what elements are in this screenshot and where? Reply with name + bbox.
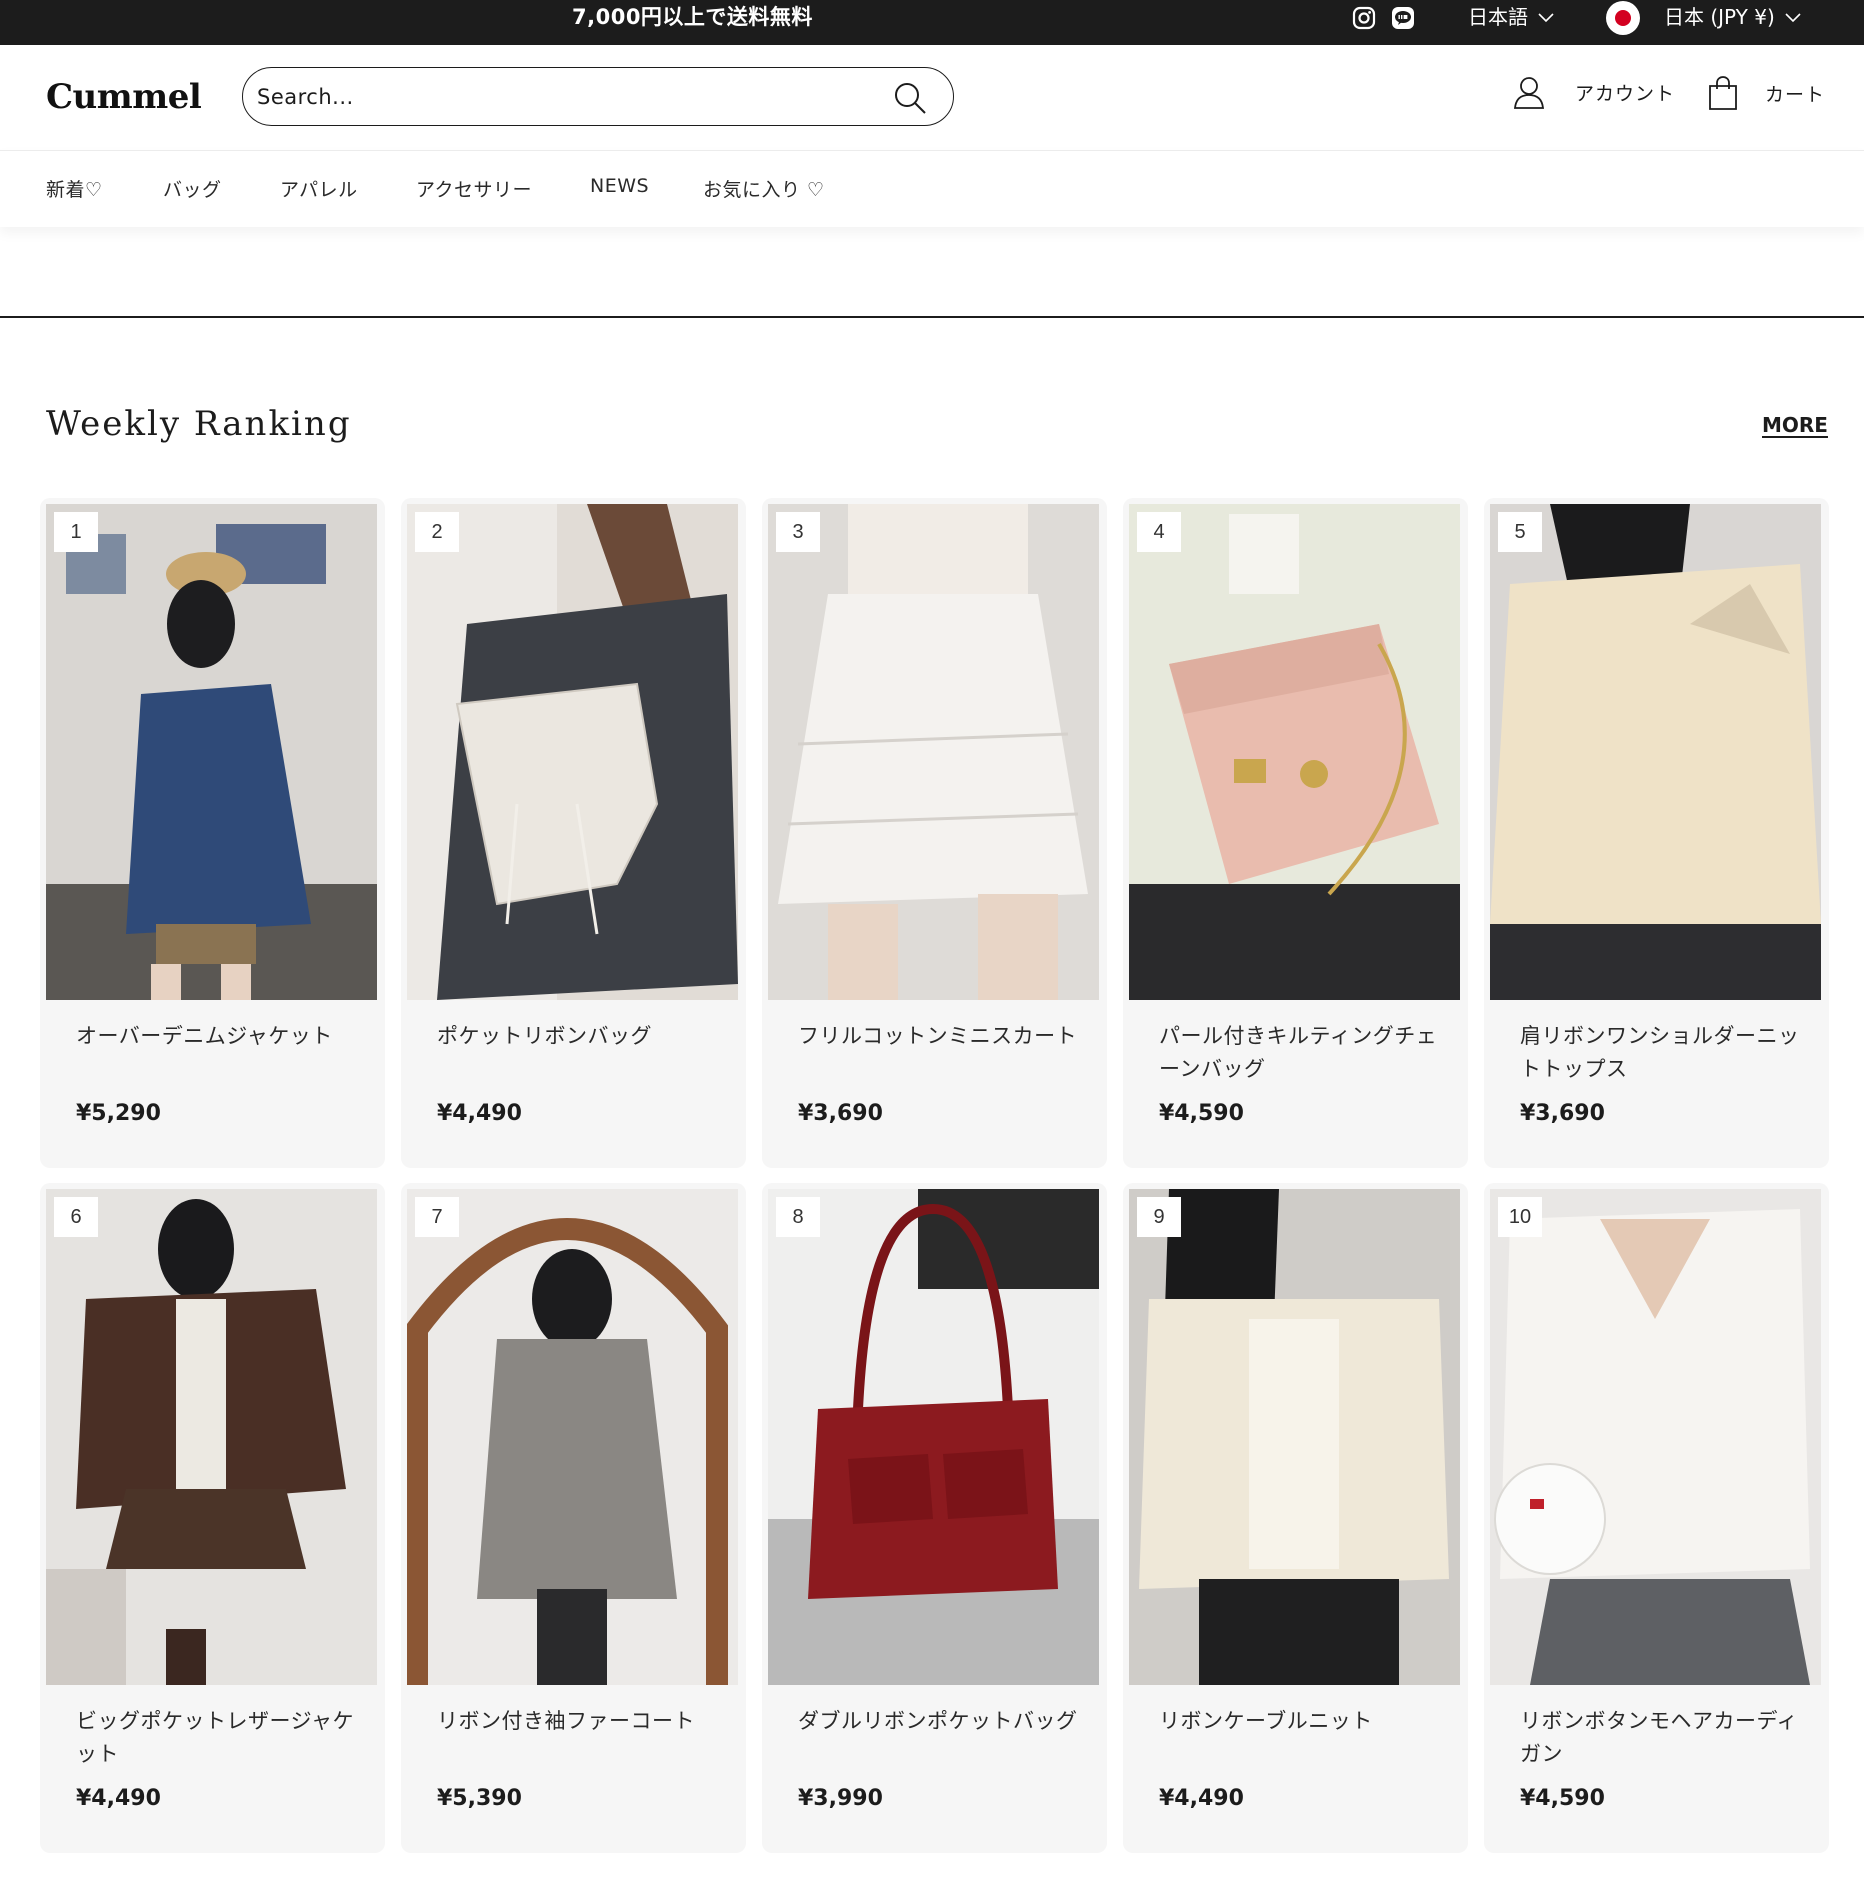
- line-icon[interactable]: [1391, 6, 1415, 30]
- product-image[interactable]: [46, 504, 377, 1000]
- product-image[interactable]: [768, 1189, 1099, 1685]
- product-name[interactable]: リボンボタンモヘアカーディガン: [1520, 1705, 1805, 1771]
- product-image[interactable]: [1490, 1189, 1821, 1685]
- nav-item-bags[interactable]: バッグ: [163, 175, 222, 202]
- language-label: 日本語: [1468, 5, 1528, 29]
- product-price: ¥3,990: [798, 1786, 883, 1811]
- chevron-down-icon: [1538, 12, 1554, 22]
- product-name[interactable]: リボン付き袖ファーコート: [437, 1705, 722, 1738]
- store-logo[interactable]: Cummel: [46, 77, 202, 117]
- product-price: ¥3,690: [1520, 1101, 1605, 1126]
- product-image[interactable]: [1129, 504, 1460, 1000]
- product-card[interactable]: 7 リボン付き袖ファーコート ¥5,390: [401, 1183, 746, 1853]
- free-shipping-message: 7,000円以上で送料無料: [572, 5, 813, 29]
- section-title: Weekly Ranking: [46, 404, 352, 444]
- product-price: ¥5,290: [76, 1101, 161, 1126]
- japan-flag-icon: [1606, 0, 1640, 35]
- product-image[interactable]: [407, 1189, 738, 1685]
- shopping-bag-icon: [1709, 76, 1737, 110]
- product-image[interactable]: [46, 1189, 377, 1685]
- rank-badge: 7: [415, 1197, 459, 1237]
- main-navigation: 新着♡ バッグ アパレル アクセサリー NEWS お気に入り ♡: [0, 150, 1864, 227]
- product-image[interactable]: [768, 504, 1099, 1000]
- nav-item-accessories[interactable]: アクセサリー: [416, 175, 532, 202]
- product-card[interactable]: 4 パール付きキルティングチェーンバッグ ¥4,590: [1123, 498, 1468, 1168]
- cart-link[interactable]: カート: [1707, 75, 1825, 111]
- language-selector[interactable]: 日本語: [1468, 0, 1554, 35]
- rank-badge: 3: [776, 512, 820, 552]
- chevron-down-icon: [1785, 12, 1801, 22]
- product-price: ¥3,690: [798, 1101, 883, 1126]
- product-name[interactable]: ビッグポケットレザージャケット: [76, 1705, 361, 1771]
- product-image[interactable]: [1490, 504, 1821, 1000]
- rank-badge: 9: [1137, 1197, 1181, 1237]
- search-input[interactable]: [257, 84, 877, 109]
- product-name[interactable]: オーバーデニムジャケット: [76, 1020, 361, 1053]
- search-icon[interactable]: [893, 81, 927, 115]
- rank-badge: 8: [776, 1197, 820, 1237]
- product-card[interactable]: 8 ダブルリボンポケットバッグ ¥3,990: [762, 1183, 1107, 1853]
- product-image[interactable]: [407, 504, 738, 1000]
- product-image[interactable]: [1129, 1189, 1460, 1685]
- site-header: Cummel アカウント カート: [0, 45, 1864, 150]
- product-price: ¥4,590: [1520, 1786, 1605, 1811]
- more-link[interactable]: MORE: [1762, 413, 1828, 437]
- product-price: ¥4,590: [1159, 1101, 1244, 1126]
- currency-selector[interactable]: 日本 (JPY ¥): [1606, 0, 1801, 35]
- product-name[interactable]: ポケットリボンバッグ: [437, 1020, 722, 1053]
- product-name[interactable]: リボンケーブルニット: [1159, 1705, 1444, 1738]
- product-price: ¥4,490: [1159, 1786, 1244, 1811]
- user-icon: [1514, 77, 1544, 109]
- product-card[interactable]: 6 ビッグポケットレザージャケット ¥4,490: [40, 1183, 385, 1853]
- section-divider: [0, 316, 1864, 318]
- product-price: ¥4,490: [76, 1786, 161, 1811]
- product-card[interactable]: 2 ポケットリボンバッグ ¥4,490: [401, 498, 746, 1168]
- rank-badge: 2: [415, 512, 459, 552]
- instagram-icon[interactable]: [1352, 6, 1376, 30]
- nav-item-favorites[interactable]: お気に入り ♡: [703, 175, 825, 202]
- product-card[interactable]: 3 フリルコットンミニスカート ¥3,690: [762, 498, 1107, 1168]
- product-card[interactable]: 10 リボンボタンモヘアカーディガン ¥4,590: [1484, 1183, 1829, 1853]
- rank-badge: 5: [1498, 512, 1542, 552]
- rank-badge: 4: [1137, 512, 1181, 552]
- nav-item-news[interactable]: NEWS: [590, 175, 649, 197]
- product-price: ¥4,490: [437, 1101, 522, 1126]
- rank-badge: 1: [54, 512, 98, 552]
- product-name[interactable]: ダブルリボンポケットバッグ: [798, 1705, 1083, 1738]
- product-card[interactable]: 5 肩リボンワンショルダーニットトップス ¥3,690: [1484, 498, 1829, 1168]
- product-price: ¥5,390: [437, 1786, 522, 1811]
- nav-item-new[interactable]: 新着♡: [46, 175, 103, 202]
- cart-label: カート: [1765, 83, 1826, 106]
- account-label: アカウント: [1575, 82, 1676, 105]
- announcement-bar: 7,000円以上で送料無料 日本語 日本 (JPY ¥): [0, 0, 1864, 45]
- account-link[interactable]: アカウント: [1513, 75, 1675, 109]
- product-name[interactable]: 肩リボンワンショルダーニットトップス: [1520, 1020, 1805, 1086]
- product-name[interactable]: パール付きキルティングチェーンバッグ: [1159, 1020, 1444, 1086]
- nav-item-apparel[interactable]: アパレル: [280, 175, 358, 202]
- product-card[interactable]: 1 オーバーデニムジャケット ¥5,290: [40, 498, 385, 1168]
- rank-badge: 10: [1498, 1197, 1542, 1237]
- product-name[interactable]: フリルコットンミニスカート: [798, 1020, 1083, 1053]
- currency-label: 日本 (JPY ¥): [1664, 5, 1775, 29]
- search-bar: [242, 67, 954, 126]
- rank-badge: 6: [54, 1197, 98, 1237]
- product-card[interactable]: 9 リボンケーブルニット ¥4,490: [1123, 1183, 1468, 1853]
